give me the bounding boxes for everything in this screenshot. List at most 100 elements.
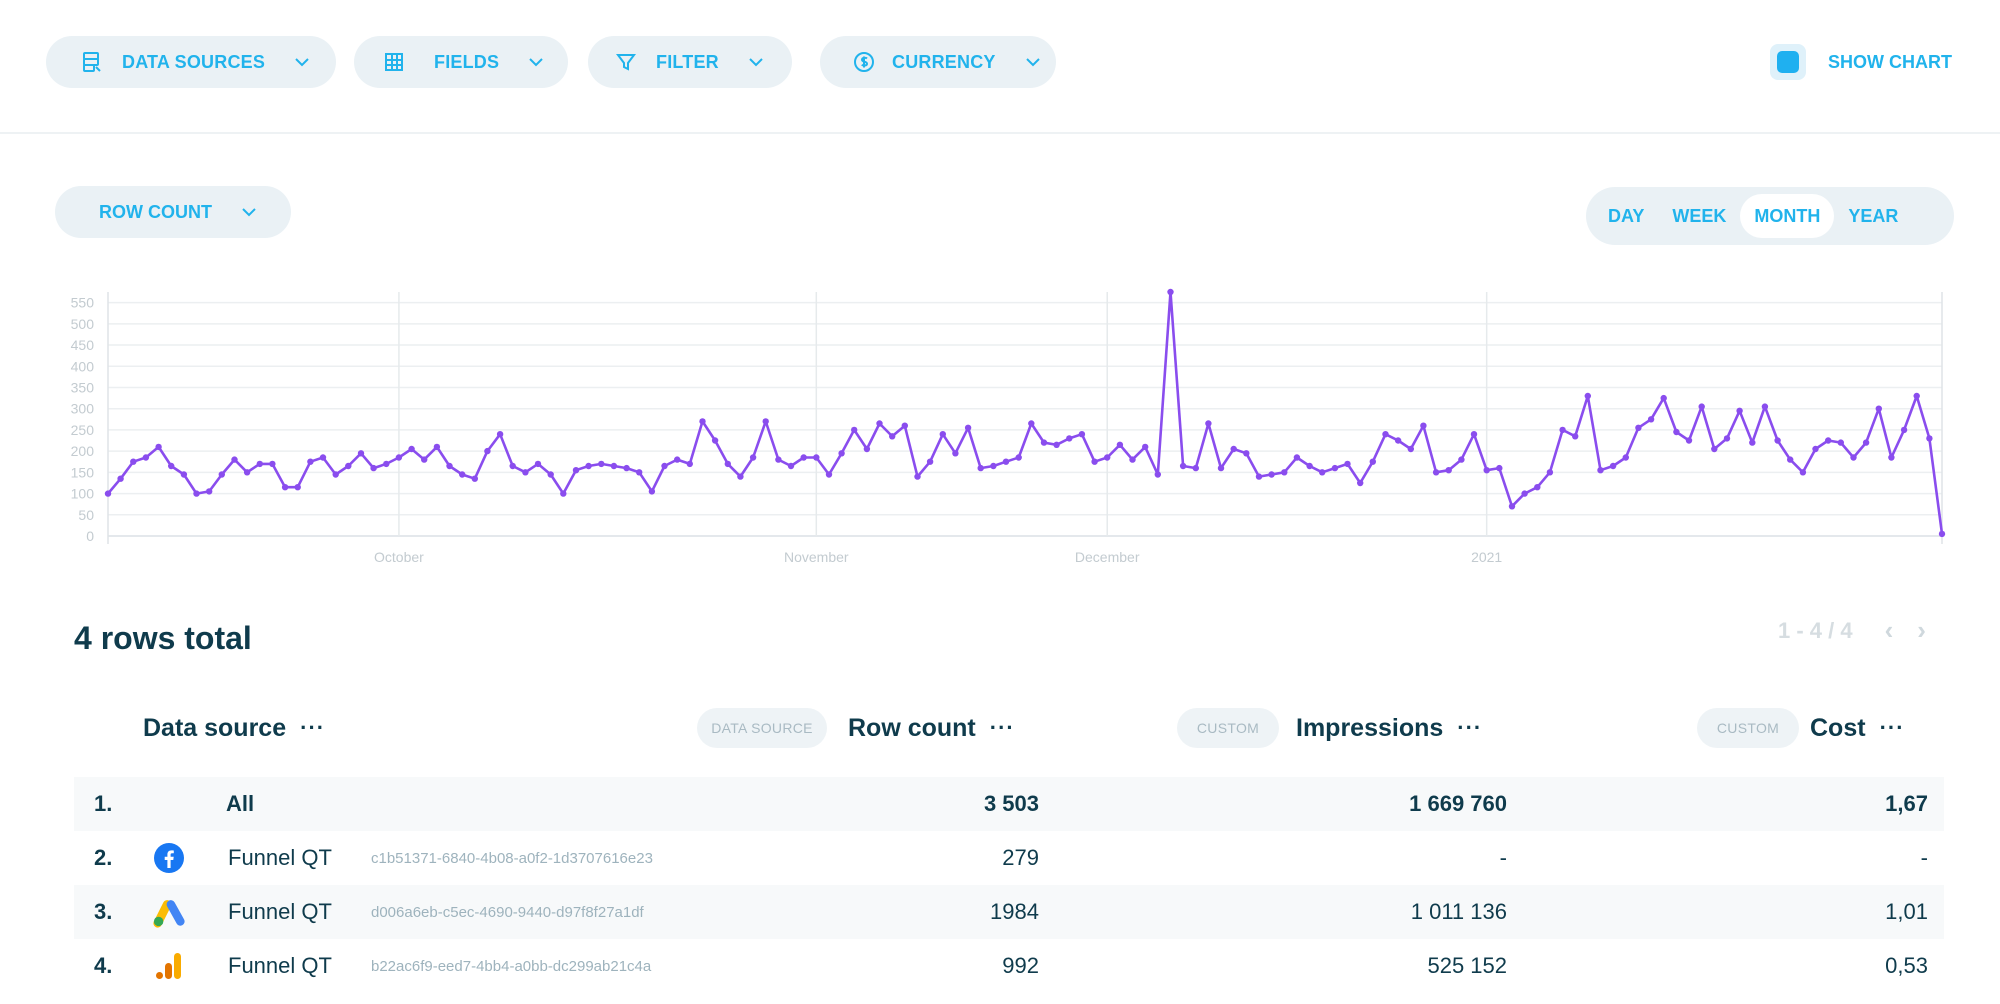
data-point[interactable] xyxy=(964,424,972,431)
data-point[interactable] xyxy=(1761,403,1769,410)
data-point[interactable] xyxy=(1787,456,1794,463)
data-point[interactable] xyxy=(1078,431,1086,438)
data-point[interactable] xyxy=(1521,490,1528,497)
data-point[interactable] xyxy=(307,458,314,465)
data-point[interactable] xyxy=(1268,471,1275,478)
data-point[interactable] xyxy=(130,458,137,465)
data-point[interactable] xyxy=(193,490,200,497)
data-point[interactable] xyxy=(1243,450,1250,457)
data-point[interactable] xyxy=(762,418,769,425)
data-point[interactable] xyxy=(1850,454,1857,461)
data-point[interactable] xyxy=(990,462,997,470)
data-point[interactable] xyxy=(357,450,365,457)
data-point[interactable] xyxy=(218,471,225,478)
data-point[interactable] xyxy=(648,488,656,495)
data-point[interactable] xyxy=(661,462,668,470)
data-point[interactable] xyxy=(1900,426,1908,434)
data-point[interactable] xyxy=(585,462,592,470)
data-point[interactable] xyxy=(104,490,112,497)
show-chart-toggle[interactable]: SHOW CHART xyxy=(1770,44,1952,80)
data-point[interactable] xyxy=(471,475,478,482)
data-point[interactable] xyxy=(1217,464,1225,472)
data-point[interactable] xyxy=(370,464,377,472)
data-point[interactable] xyxy=(522,469,529,476)
data-point[interactable] xyxy=(1369,458,1377,465)
data-point[interactable] xyxy=(1445,467,1452,474)
data-point[interactable] xyxy=(168,462,175,470)
data-point[interactable] xyxy=(1344,460,1351,468)
previous-page-icon[interactable]: ‹ xyxy=(1885,615,1894,646)
data-point[interactable] xyxy=(1293,454,1301,461)
column-header-impressions[interactable]: Impressions ··· xyxy=(1296,708,1482,748)
column-menu-icon[interactable]: ··· xyxy=(990,715,1015,741)
data-point[interactable] xyxy=(1142,443,1149,451)
column-header-cost[interactable]: Cost ··· xyxy=(1810,708,1905,748)
data-point[interactable] xyxy=(952,450,959,457)
data-point[interactable] xyxy=(1647,416,1655,423)
data-point[interactable] xyxy=(332,471,339,478)
data-point[interactable] xyxy=(117,475,124,482)
data-point[interactable] xyxy=(1926,435,1933,442)
data-point[interactable] xyxy=(825,471,833,478)
data-point[interactable] xyxy=(560,490,567,497)
show-chart-checkbox[interactable] xyxy=(1770,44,1806,80)
data-point[interactable] xyxy=(623,464,630,472)
data-point[interactable] xyxy=(1179,462,1187,470)
data-point[interactable] xyxy=(1357,479,1364,487)
data-point[interactable] xyxy=(926,458,934,465)
data-point[interactable] xyxy=(294,484,301,491)
data-point[interactable] xyxy=(243,469,251,476)
currency-button[interactable]: CURRENCY xyxy=(820,36,1056,88)
column-menu-icon[interactable]: ··· xyxy=(1457,715,1482,741)
data-point[interactable] xyxy=(749,454,757,461)
data-point[interactable] xyxy=(1837,439,1845,446)
data-point[interactable] xyxy=(1799,469,1807,476)
data-point[interactable] xyxy=(446,462,453,470)
data-point[interactable] xyxy=(1281,469,1288,476)
data-point[interactable] xyxy=(421,456,428,463)
data-point[interactable] xyxy=(1458,456,1465,463)
data-point[interactable] xyxy=(1534,484,1541,491)
data-point[interactable] xyxy=(459,471,466,478)
data-point[interactable] xyxy=(1394,437,1402,444)
data-point[interactable] xyxy=(1913,392,1920,400)
data-point[interactable] xyxy=(269,460,276,468)
data-point[interactable] xyxy=(699,418,706,425)
data-point[interactable] xyxy=(1192,464,1200,472)
data-point[interactable] xyxy=(1609,462,1617,470)
data-point[interactable] xyxy=(1319,469,1326,476)
data-point[interactable] xyxy=(231,456,238,463)
data-point[interactable] xyxy=(256,460,263,468)
data-point[interactable] xyxy=(1154,471,1162,478)
data-point[interactable] xyxy=(1306,462,1313,470)
data-point[interactable] xyxy=(281,484,289,491)
period-day[interactable]: DAY xyxy=(1594,194,1658,238)
data-point[interactable] xyxy=(977,464,984,472)
data-point[interactable] xyxy=(1749,439,1756,446)
data-point[interactable] xyxy=(1597,467,1604,474)
data-point[interactable] xyxy=(408,445,415,453)
column-header-row-count[interactable]: Row count ··· xyxy=(848,708,1015,748)
data-point[interactable] xyxy=(142,454,150,461)
data-point[interactable] xyxy=(395,454,403,461)
data-point[interactable] xyxy=(1559,426,1566,434)
data-point[interactable] xyxy=(1382,431,1389,438)
data-point[interactable] xyxy=(775,456,782,463)
data-point[interactable] xyxy=(572,467,580,474)
next-page-icon[interactable]: › xyxy=(1917,615,1926,646)
data-point[interactable] xyxy=(1420,422,1427,429)
data-point[interactable] xyxy=(598,460,605,468)
data-point[interactable] xyxy=(1331,464,1339,472)
data-point[interactable] xyxy=(1888,454,1895,461)
data-point[interactable] xyxy=(863,445,871,453)
data-point[interactable] xyxy=(1040,439,1048,446)
data-point[interactable] xyxy=(1496,464,1503,472)
data-point[interactable] xyxy=(1205,420,1212,427)
data-point[interactable] xyxy=(1774,437,1781,444)
data-point[interactable] xyxy=(686,460,693,468)
data-point[interactable] xyxy=(1053,441,1060,448)
data-point[interactable] xyxy=(1104,454,1111,461)
data-point[interactable] xyxy=(1812,445,1819,453)
data-point[interactable] xyxy=(1091,458,1098,465)
data-point[interactable] xyxy=(1685,437,1693,444)
